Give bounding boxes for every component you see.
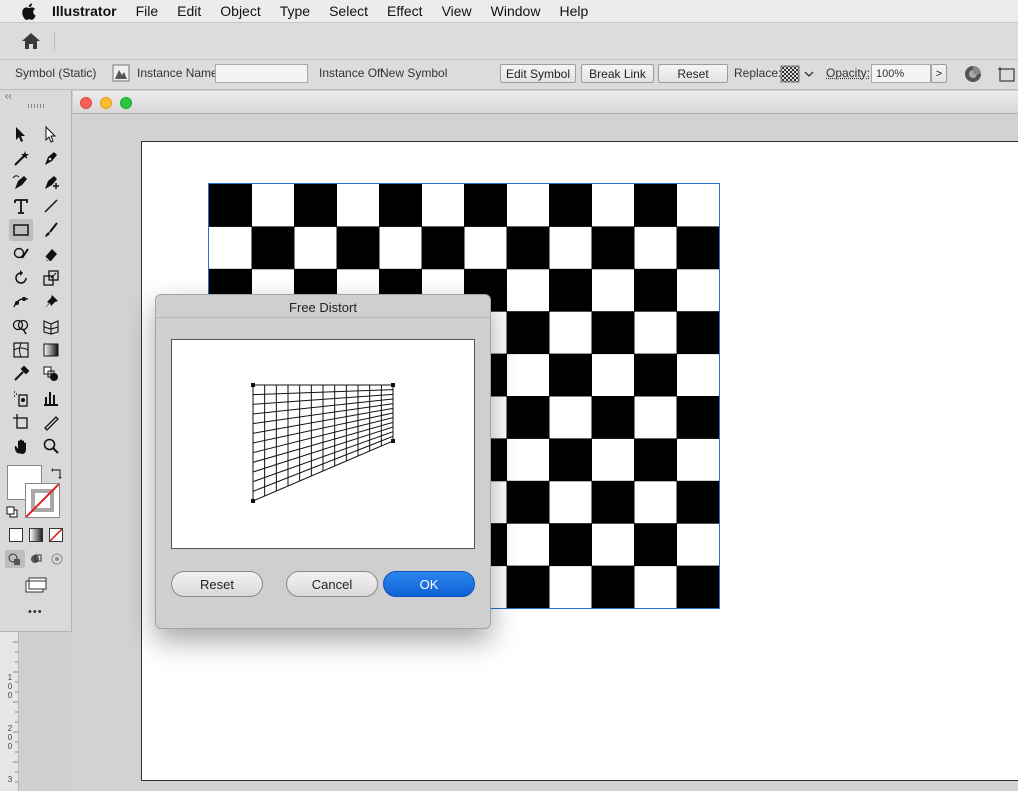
ruler-label: 0	[7, 733, 13, 742]
draw-inside-icon[interactable]	[47, 550, 67, 568]
control-bar: Symbol (Static) Instance Name: Instance …	[0, 60, 1018, 90]
distort-preview[interactable]	[171, 339, 475, 549]
minimize-window-icon[interactable]	[100, 97, 112, 109]
home-icon[interactable]	[20, 31, 42, 51]
artboard-tool-icon[interactable]	[9, 411, 33, 433]
ruler-label: 0	[7, 742, 13, 751]
dialog-title: Free Distort	[289, 300, 357, 315]
transform-icon[interactable]	[996, 64, 1016, 87]
edit-symbol-button[interactable]: Edit Symbol	[500, 64, 576, 83]
slice-tool-icon[interactable]	[39, 411, 63, 433]
menu-type[interactable]: Type	[280, 3, 310, 19]
recolor-icon[interactable]	[963, 64, 983, 87]
ruler-label: 3	[7, 775, 13, 784]
stroke-swatch[interactable]	[25, 483, 60, 518]
puppet-warp-tool-icon[interactable]	[9, 291, 33, 313]
selection-tool-icon[interactable]	[9, 123, 33, 145]
menu-effect[interactable]: Effect	[387, 3, 423, 19]
add-anchor-tool-icon[interactable]	[39, 171, 63, 193]
opacity-field[interactable]: 100%	[871, 64, 931, 83]
pen-tool-icon[interactable]	[39, 147, 63, 169]
draw-behind-icon[interactable]	[26, 550, 46, 568]
menu-view[interactable]: View	[442, 3, 472, 19]
column-graph-tool-icon[interactable]	[39, 387, 63, 409]
none-mode-icon[interactable]	[49, 528, 63, 542]
application-bar	[0, 23, 1018, 60]
symbol-sprayer-tool-icon[interactable]	[9, 387, 33, 409]
color-mode-icon[interactable]	[9, 528, 23, 542]
instance-name-label: Instance Name:	[137, 66, 222, 80]
curvature-tool-icon[interactable]	[9, 171, 33, 193]
rectangle-tool-icon[interactable]	[9, 219, 33, 241]
ruler-label: 2	[7, 724, 13, 733]
shape-builder-tool-icon[interactable]	[9, 315, 33, 337]
draw-normal-icon[interactable]	[5, 550, 25, 568]
reset-button[interactable]: Reset	[171, 571, 263, 597]
default-fill-stroke-icon[interactable]	[6, 506, 18, 518]
apple-icon[interactable]	[18, 1, 38, 21]
edit-toolbar-icon[interactable]: •••	[28, 606, 43, 618]
hand-tool-icon[interactable]	[9, 435, 33, 457]
zoom-tool-icon[interactable]	[39, 435, 63, 457]
free-distort-dialog: Free Distort Reset Cancel OK	[155, 294, 491, 629]
eraser-tool-icon[interactable]	[39, 243, 63, 265]
menu-bar: Illustrator File Edit Object Type Select…	[0, 0, 1018, 23]
ruler-label: 0	[7, 691, 13, 700]
tools-panel: ‹‹ •••	[0, 90, 72, 632]
screen-mode-icon[interactable]	[24, 576, 48, 594]
distort-handle[interactable]	[391, 383, 395, 387]
replace-symbol-dropdown[interactable]	[780, 65, 818, 86]
perspective-grid-tool-icon[interactable]	[39, 315, 63, 337]
vertical-ruler: 1 0 0 2 0 0 3	[0, 632, 19, 791]
menu-window[interactable]: Window	[491, 3, 541, 19]
menu-object[interactable]: Object	[220, 3, 260, 19]
selection-type-label: Symbol (Static)	[15, 66, 97, 80]
scale-tool-icon[interactable]	[39, 267, 63, 289]
distort-handle[interactable]	[251, 383, 255, 387]
replace-label: Replace:	[734, 66, 782, 80]
rotate-tool-icon[interactable]	[9, 267, 33, 289]
instance-of-value: New Symbol	[380, 66, 448, 80]
symbol-icon[interactable]	[112, 64, 130, 85]
cancel-button[interactable]: Cancel	[286, 571, 378, 597]
reset-button[interactable]: Reset	[658, 64, 728, 83]
magic-wand-tool-icon[interactable]	[9, 147, 33, 169]
ruler-label: 1	[7, 673, 13, 682]
menu-select[interactable]: Select	[329, 3, 368, 19]
divider	[54, 31, 55, 51]
pin-tool-icon[interactable]	[39, 291, 63, 313]
opacity-label[interactable]: Opacity:	[826, 66, 870, 80]
eyedropper-tool-icon[interactable]	[9, 363, 33, 385]
ok-button[interactable]: OK	[383, 571, 475, 597]
close-window-icon[interactable]	[80, 97, 92, 109]
gradient-tool-icon[interactable]	[39, 339, 63, 361]
break-link-button[interactable]: Break Link	[581, 64, 654, 83]
instance-name-field[interactable]	[215, 64, 308, 83]
menu-file[interactable]: File	[136, 3, 159, 19]
instance-of-label: Instance Of:	[319, 66, 384, 80]
menu-help[interactable]: Help	[559, 3, 588, 19]
opacity-arrow-button[interactable]: >	[931, 64, 947, 83]
panel-grip[interactable]	[28, 104, 44, 108]
ruler-label: 0	[7, 682, 13, 691]
direct-selection-tool-icon[interactable]	[39, 123, 63, 145]
distort-handle[interactable]	[391, 439, 395, 443]
blend-tool-icon[interactable]	[39, 363, 63, 385]
line-segment-tool-icon[interactable]	[39, 195, 63, 217]
menu-app-illustrator[interactable]: Illustrator	[52, 3, 117, 19]
collapse-panel-icon[interactable]: ‹‹	[5, 91, 12, 102]
menu-edit[interactable]: Edit	[177, 3, 201, 19]
swap-fill-stroke-icon[interactable]	[50, 466, 64, 480]
document-titlebar[interactable]	[73, 91, 1018, 114]
shaper-tool-icon[interactable]	[9, 243, 33, 265]
zoom-window-icon[interactable]	[120, 97, 132, 109]
distort-handle[interactable]	[251, 499, 255, 503]
paintbrush-tool-icon[interactable]	[39, 219, 63, 241]
gradient-mode-icon[interactable]	[29, 528, 43, 542]
divider	[156, 317, 490, 318]
mesh-tool-icon[interactable]	[9, 339, 33, 361]
type-tool-icon[interactable]	[9, 195, 33, 217]
distort-grid	[251, 383, 395, 503]
